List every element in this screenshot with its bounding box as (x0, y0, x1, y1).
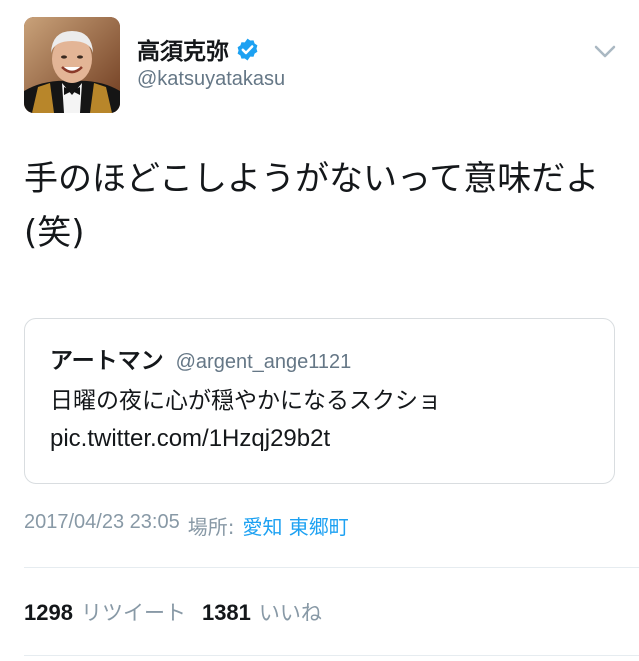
quoted-tweet-card[interactable]: アートマン @argent_ange1121 日曜の夜に心が穏やかになるスクショ… (24, 318, 615, 484)
quoted-tweet-text: 日曜の夜に心が穏やかになるスクショ (50, 388, 441, 414)
quoted-tweet-header: アートマン @argent_ange1121 (50, 341, 351, 375)
quoted-display-name: アートマン (50, 348, 164, 374)
likes-count[interactable]: 1381 (202, 600, 251, 626)
verified-badge-icon (237, 38, 258, 60)
tweet-stats: 1298 リツイート 1381 いいね (24, 597, 338, 627)
location-link[interactable]: 愛知 東郷町 (242, 511, 348, 540)
quoted-tweet-link: pic.twitter.com/1Hzqj29b2t (50, 425, 331, 452)
tweet-text: 手のほどこしようがないって意味だよ(笑) (24, 159, 600, 253)
quoted-handle: @argent_ange1121 (175, 351, 352, 373)
retweets-label[interactable]: リツイート (81, 597, 186, 627)
author-display-name: 高須克弥 (137, 39, 229, 65)
divider (24, 655, 639, 656)
likes-label[interactable]: いいね (259, 597, 322, 627)
author-display-name-row[interactable]: 高須克弥 (137, 32, 260, 66)
chevron-down-icon[interactable] (590, 40, 620, 64)
timestamp[interactable]: 2017/04/23 23:05 (24, 511, 180, 540)
location-label: 場所: (187, 515, 235, 539)
retweets-count[interactable]: 1298 (24, 600, 73, 626)
author-handle[interactable]: @katsuyatakasu (137, 68, 285, 91)
quoted-tweet-body: 日曜の夜に心が穏やかになるスクショ pic.twitter.com/1Hzqj2… (50, 382, 595, 458)
avatar[interactable] (24, 17, 120, 113)
tweet-meta: 2017/04/23 23:05 場所: 愛知 東郷町 (24, 511, 349, 540)
profile-photo-icon (24, 17, 120, 113)
divider (24, 567, 639, 568)
